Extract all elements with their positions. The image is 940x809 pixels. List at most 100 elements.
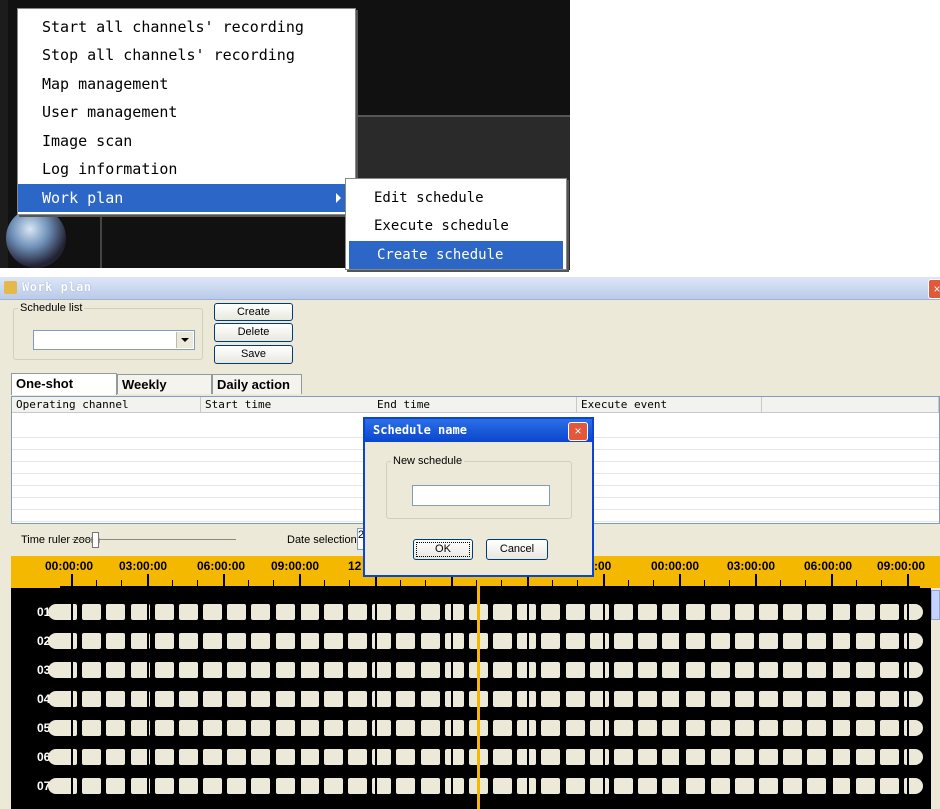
time-slot[interactable] bbox=[154, 720, 174, 736]
cancel-button[interactable]: Cancel bbox=[486, 539, 548, 560]
time-slot[interactable] bbox=[686, 604, 706, 620]
channel-slots[interactable] bbox=[48, 662, 928, 678]
time-slot[interactable] bbox=[783, 633, 803, 649]
time-slot[interactable] bbox=[758, 633, 778, 649]
time-slot[interactable] bbox=[734, 720, 754, 736]
time-slot[interactable] bbox=[710, 749, 730, 765]
time-slot[interactable] bbox=[275, 633, 295, 649]
column-header-end-time[interactable]: End time bbox=[373, 397, 577, 413]
channel-slots[interactable] bbox=[48, 778, 928, 794]
time-slot[interactable] bbox=[783, 691, 803, 707]
time-slot[interactable] bbox=[493, 778, 513, 794]
time-slot[interactable] bbox=[565, 749, 585, 765]
time-slot[interactable] bbox=[493, 749, 513, 765]
time-slot[interactable] bbox=[396, 662, 416, 678]
time-slot[interactable] bbox=[420, 633, 440, 649]
menu-item-log-information[interactable]: Log information bbox=[18, 155, 355, 183]
time-slot[interactable] bbox=[227, 691, 247, 707]
time-slot[interactable] bbox=[541, 720, 561, 736]
time-slot[interactable] bbox=[855, 633, 875, 649]
time-slot[interactable] bbox=[444, 691, 464, 707]
time-slot[interactable] bbox=[106, 604, 126, 620]
time-slot[interactable] bbox=[420, 720, 440, 736]
time-slot[interactable] bbox=[227, 633, 247, 649]
time-slot[interactable] bbox=[396, 691, 416, 707]
menu-item-work-plan[interactable]: Work plan bbox=[18, 184, 355, 212]
time-slot[interactable] bbox=[106, 662, 126, 678]
time-slot[interactable] bbox=[638, 604, 658, 620]
time-slot[interactable] bbox=[348, 633, 368, 649]
time-slot[interactable] bbox=[106, 749, 126, 765]
time-slot[interactable] bbox=[154, 662, 174, 678]
time-slot[interactable] bbox=[444, 778, 464, 794]
time-slot[interactable] bbox=[807, 720, 827, 736]
time-slot[interactable] bbox=[251, 691, 271, 707]
time-slot[interactable] bbox=[638, 720, 658, 736]
time-slot[interactable] bbox=[299, 604, 319, 620]
time-slot[interactable] bbox=[396, 633, 416, 649]
time-slot[interactable] bbox=[251, 604, 271, 620]
schedule-name-input[interactable] bbox=[412, 485, 550, 506]
dialog-close-button[interactable]: × bbox=[568, 422, 588, 441]
time-slot[interactable] bbox=[275, 749, 295, 765]
time-slot[interactable] bbox=[323, 720, 343, 736]
time-slot[interactable] bbox=[734, 662, 754, 678]
time-slot[interactable] bbox=[758, 604, 778, 620]
channel-slots[interactable] bbox=[48, 691, 928, 707]
time-slot[interactable] bbox=[203, 778, 223, 794]
time-slot[interactable] bbox=[154, 749, 174, 765]
time-slot[interactable] bbox=[323, 604, 343, 620]
time-slot[interactable] bbox=[275, 778, 295, 794]
submenu-item-create-schedule[interactable]: Create schedule bbox=[349, 241, 563, 269]
time-slot[interactable] bbox=[589, 749, 609, 765]
time-slot[interactable] bbox=[82, 778, 102, 794]
time-slot[interactable] bbox=[807, 633, 827, 649]
time-slot[interactable] bbox=[855, 778, 875, 794]
menu-item-start-recording[interactable]: Start all channels' recording bbox=[18, 13, 355, 41]
dialog-titlebar[interactable]: Schedule name × bbox=[365, 419, 592, 442]
time-slot[interactable] bbox=[541, 749, 561, 765]
time-slot[interactable] bbox=[178, 604, 198, 620]
time-slot[interactable] bbox=[879, 720, 899, 736]
time-slot[interactable] bbox=[178, 662, 198, 678]
time-slot[interactable] bbox=[565, 691, 585, 707]
time-slot[interactable] bbox=[299, 749, 319, 765]
time-slot[interactable] bbox=[783, 720, 803, 736]
zoom-slider-thumb[interactable] bbox=[92, 532, 99, 548]
time-slot[interactable] bbox=[613, 720, 633, 736]
time-slot[interactable] bbox=[444, 749, 464, 765]
time-slot[interactable] bbox=[613, 633, 633, 649]
time-slot[interactable] bbox=[275, 604, 295, 620]
time-slot[interactable] bbox=[444, 720, 464, 736]
time-slot[interactable] bbox=[589, 662, 609, 678]
time-slot[interactable] bbox=[879, 691, 899, 707]
time-slot[interactable] bbox=[565, 633, 585, 649]
time-slot[interactable] bbox=[734, 778, 754, 794]
time-slot[interactable] bbox=[323, 662, 343, 678]
time-slot[interactable] bbox=[541, 778, 561, 794]
time-slot[interactable] bbox=[348, 749, 368, 765]
time-slot[interactable] bbox=[227, 604, 247, 620]
time-slot[interactable] bbox=[638, 749, 658, 765]
time-slot[interactable] bbox=[613, 778, 633, 794]
time-slot[interactable] bbox=[638, 633, 658, 649]
time-slot[interactable] bbox=[348, 604, 368, 620]
time-slot[interactable] bbox=[710, 720, 730, 736]
time-slot[interactable] bbox=[154, 604, 174, 620]
time-slot[interactable] bbox=[82, 662, 102, 678]
submenu-item-execute-schedule[interactable]: Execute schedule bbox=[346, 212, 566, 240]
time-slot[interactable] bbox=[807, 691, 827, 707]
time-slot[interactable] bbox=[203, 749, 223, 765]
time-slot[interactable] bbox=[251, 720, 271, 736]
time-slot[interactable] bbox=[638, 691, 658, 707]
time-slot[interactable] bbox=[396, 720, 416, 736]
time-slot[interactable] bbox=[275, 720, 295, 736]
time-slot[interactable] bbox=[758, 662, 778, 678]
create-button[interactable]: Create bbox=[214, 303, 293, 321]
time-slot[interactable] bbox=[783, 604, 803, 620]
time-slot[interactable] bbox=[420, 691, 440, 707]
time-slot[interactable] bbox=[686, 778, 706, 794]
time-slot[interactable] bbox=[734, 749, 754, 765]
time-slot[interactable] bbox=[758, 691, 778, 707]
time-slot[interactable] bbox=[493, 604, 513, 620]
